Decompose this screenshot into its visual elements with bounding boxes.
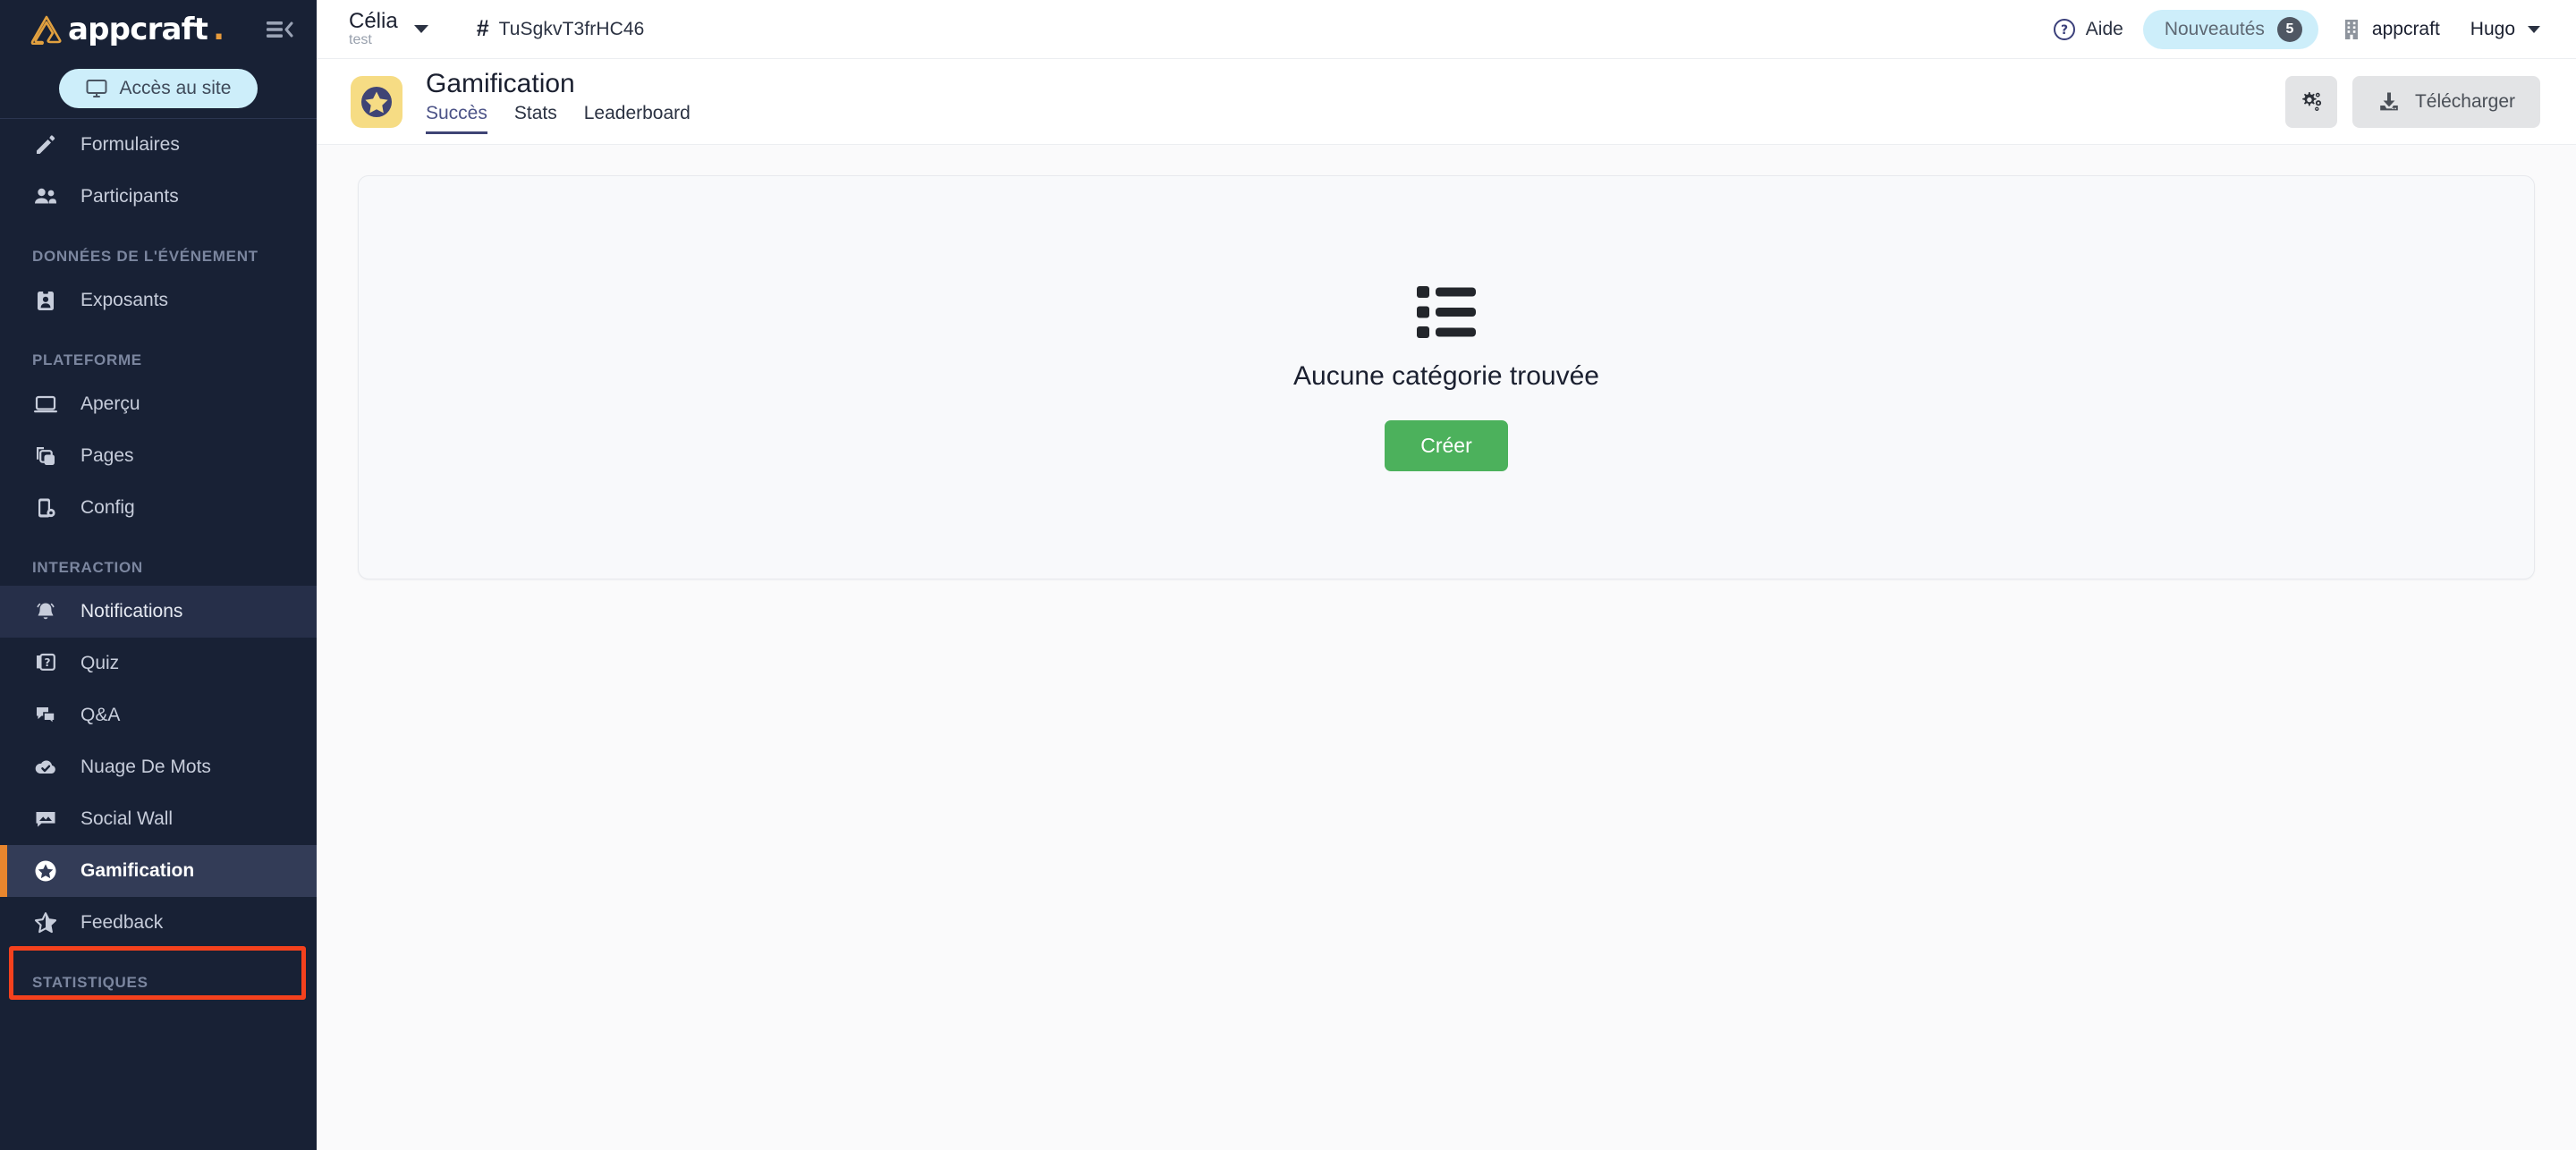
star-circle-icon: [32, 858, 59, 884]
sidebar-item-label: Social Wall: [80, 808, 174, 829]
access-site-button[interactable]: Accès au site: [58, 69, 258, 108]
brand-logo[interactable]: appcraft.: [30, 14, 265, 45]
sidebar-item-label: Participants: [80, 186, 179, 207]
brand-dot: .: [213, 12, 225, 47]
sidebar-section-interaction: INTERACTION: [32, 559, 143, 576]
sidebar-item-label: Formulaires: [80, 134, 180, 155]
event-code[interactable]: # TuSgkvT3frHC46: [477, 18, 645, 40]
chat-bubbles-icon: [32, 702, 59, 729]
sidebar-section-plateforme: PLATEFORME: [32, 351, 142, 368]
main-area: Célia test # TuSgkvT3frHC46 ? Aide Nouve…: [317, 0, 2576, 1150]
user-label: Hugo: [2470, 18, 2515, 39]
empty-state-card: Aucune catégorie trouvée Créer: [358, 175, 2535, 579]
monitor-icon: [86, 80, 107, 97]
question-circle-icon: ?: [2053, 18, 2075, 40]
sidebar-item-quiz[interactable]: ? Quiz: [0, 638, 317, 689]
download-icon: [2380, 92, 2398, 110]
sidebar-item-label: Config: [80, 497, 135, 518]
download-label: Télécharger: [2414, 90, 2515, 112]
sidebar-item-label: Aperçu: [80, 393, 140, 414]
sidebar-item-label: Notifications: [80, 601, 183, 622]
create-button[interactable]: Créer: [1385, 419, 1508, 471]
bell-icon: [32, 598, 59, 625]
help-label: Aide: [2085, 18, 2123, 39]
page-tabs: Succès Stats Leaderboard: [426, 103, 717, 135]
sidebar-item-social-wall[interactable]: Social Wall: [0, 793, 317, 845]
hash-icon: #: [476, 16, 489, 41]
pencil-icon: [32, 131, 59, 158]
help-button[interactable]: ? Aide: [2053, 18, 2123, 41]
event-selector[interactable]: Célia test: [349, 10, 428, 48]
organization-selector[interactable]: appcraft: [2342, 18, 2440, 41]
sidebar-item-notifications[interactable]: Notifications: [0, 586, 317, 638]
content-area: Aucune catégorie trouvée Créer: [317, 145, 2576, 1150]
appcraft-triangle-logo: [30, 15, 62, 45]
event-subtitle: test: [349, 32, 372, 48]
empty-state-message: Aucune catégorie trouvée: [1293, 360, 1599, 391]
exhibitor-badge-icon: [32, 287, 59, 314]
star-outline-icon: [32, 909, 59, 936]
event-name-block: Célia test: [349, 10, 398, 48]
sidebar-item-participants[interactable]: Participants: [0, 171, 317, 223]
collapse-sidebar-icon[interactable]: [265, 16, 295, 43]
tab-succes[interactable]: Succès: [426, 103, 487, 135]
event-name: Célia: [349, 9, 398, 33]
brand-name: appcraft: [68, 12, 208, 47]
users-icon: [32, 183, 59, 210]
sidebar-item-apercu[interactable]: Aperçu: [0, 378, 317, 430]
sidebar-item-nuage-de-mots[interactable]: Nuage De Mots: [0, 741, 317, 793]
news-button[interactable]: Nouveautés 5: [2142, 9, 2318, 49]
device-settings-icon: [32, 495, 59, 521]
sidebar-item-label: Pages: [80, 445, 134, 466]
quiz-card-icon: ?: [32, 650, 59, 677]
topbar-right: ? Aide Nouveautés 5 appcraft Hugo: [2053, 9, 2540, 49]
topbar: Célia test # TuSgkvT3frHC46 ? Aide Nouve…: [317, 0, 2576, 59]
cloud-check-icon: [32, 754, 59, 781]
sidebar-item-qa[interactable]: Q&A: [0, 689, 317, 741]
app-root: appcraft. Accès au site Formulaires Part…: [0, 0, 2576, 1150]
news-count-badge: 5: [2276, 16, 2302, 42]
chevron-down-icon: [413, 24, 428, 33]
news-label: Nouveautés: [2164, 18, 2265, 39]
svg-text:?: ?: [2061, 23, 2068, 38]
sidebar-item-pages[interactable]: Pages: [0, 430, 317, 482]
pages-stack-icon: [32, 443, 59, 469]
gamification-star-icon: [351, 75, 402, 128]
sidebar-item-label: Quiz: [80, 653, 120, 673]
sidebar-item-formulaires[interactable]: Formulaires: [0, 119, 317, 171]
chevron-down-icon: [2528, 25, 2540, 33]
gears-icon: [2302, 91, 2322, 111]
image-bubble-icon: [32, 806, 59, 833]
sidebar: appcraft. Accès au site Formulaires Part…: [0, 0, 317, 1150]
sidebar-item-gamification[interactable]: Gamification: [0, 845, 317, 897]
event-code-value: TuSgkvT3frHC46: [498, 18, 645, 39]
sidebar-item-exposants[interactable]: Exposants: [0, 275, 317, 326]
access-site-row: Accès au site: [0, 59, 317, 118]
sidebar-item-label: Exposants: [80, 290, 169, 310]
svg-text:?: ?: [45, 656, 51, 669]
page-header: Gamification Succès Stats Leaderboard Té…: [317, 59, 2576, 145]
sidebar-header: appcraft.: [0, 0, 317, 59]
laptop-icon: [32, 391, 59, 418]
page-title-block: Gamification Succès Stats Leaderboard: [426, 69, 717, 135]
sidebar-item-label: Feedback: [80, 912, 164, 933]
sidebar-section-donnees: DONNÉES DE L'ÉVÉNEMENT: [32, 248, 258, 265]
list-icon: [1417, 285, 1476, 338]
sidebar-item-label: Q&A: [80, 705, 121, 725]
access-site-label: Accès au site: [119, 78, 232, 98]
sidebar-item-config[interactable]: Config: [0, 482, 317, 534]
sidebar-item-label: Nuage De Mots: [80, 757, 211, 777]
settings-button[interactable]: [2284, 75, 2337, 128]
building-icon: [2344, 19, 2358, 39]
tab-stats[interactable]: Stats: [514, 103, 557, 134]
sidebar-item-label: Gamification: [80, 860, 195, 881]
download-button[interactable]: Télécharger: [2351, 75, 2540, 128]
sidebar-item-feedback[interactable]: Feedback: [0, 897, 317, 949]
tab-leaderboard[interactable]: Leaderboard: [584, 103, 691, 134]
sidebar-section-statistiques: STATISTIQUES: [32, 974, 148, 991]
page-header-actions: Télécharger: [2284, 75, 2540, 128]
page-title: Gamification: [426, 68, 575, 98]
organization-label: appcraft: [2371, 18, 2440, 39]
user-menu[interactable]: Hugo: [2470, 19, 2540, 40]
